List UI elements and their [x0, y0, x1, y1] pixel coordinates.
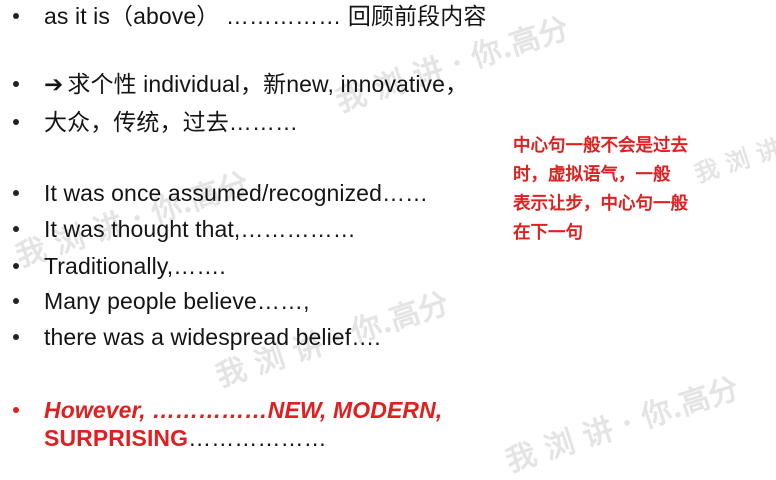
bullet-text: 大众，传统，过去………	[44, 109, 299, 135]
bullet-dot	[13, 407, 19, 413]
highlight-ellipsis: ………………	[188, 425, 327, 451]
bullet-dot	[13, 334, 19, 340]
bullet-text: It was thought that,……………	[44, 216, 356, 242]
bullet-text: It was once assumed/recognized……	[44, 180, 429, 206]
bullet-dot	[13, 263, 19, 269]
bullet-dot	[13, 190, 19, 196]
highlight-keyword: SURPRISING	[44, 425, 189, 451]
bullet-text: there was a widespread belief….	[44, 324, 381, 350]
bullet-text: Many people believe……,	[44, 288, 310, 314]
bullet-dot	[13, 226, 19, 232]
watermark: 我 浏 讲 · 你.高分	[501, 371, 744, 480]
bullet-dot	[13, 81, 19, 87]
note-line: 中心句一般不会是过去	[513, 136, 688, 156]
note-line: 在下一句	[513, 223, 583, 243]
bullet-text: Traditionally,…….	[44, 253, 226, 279]
bullet-dot	[13, 298, 19, 304]
arrow-icon: ➔	[44, 71, 64, 97]
note-line: 表示让步，中心句一般	[513, 194, 688, 214]
bullet-dot	[13, 119, 19, 125]
annotation-note: 中心句一般不会是过去 时，虚拟语气，一般 表示让步，中心句一般 在下一句	[513, 132, 753, 248]
highlight-line-2: SURPRISING………………	[44, 420, 327, 456]
bullet-text-content: 求个性 individual，新new, innovative，	[67, 71, 469, 97]
bullet-dot	[13, 13, 19, 19]
bullet-text: as it is（above） …………… 回顾前段内容	[44, 3, 487, 29]
note-line: 时，虚拟语气，一般	[513, 165, 671, 185]
slide: 我 浏 讲 · 你.高分 我 浏 讲 · 你.高分 我 浏 讲 · 你.高分 我…	[0, 0, 776, 479]
bullet-text: ➔ 求个性 individual，新new, innovative，	[44, 66, 468, 102]
